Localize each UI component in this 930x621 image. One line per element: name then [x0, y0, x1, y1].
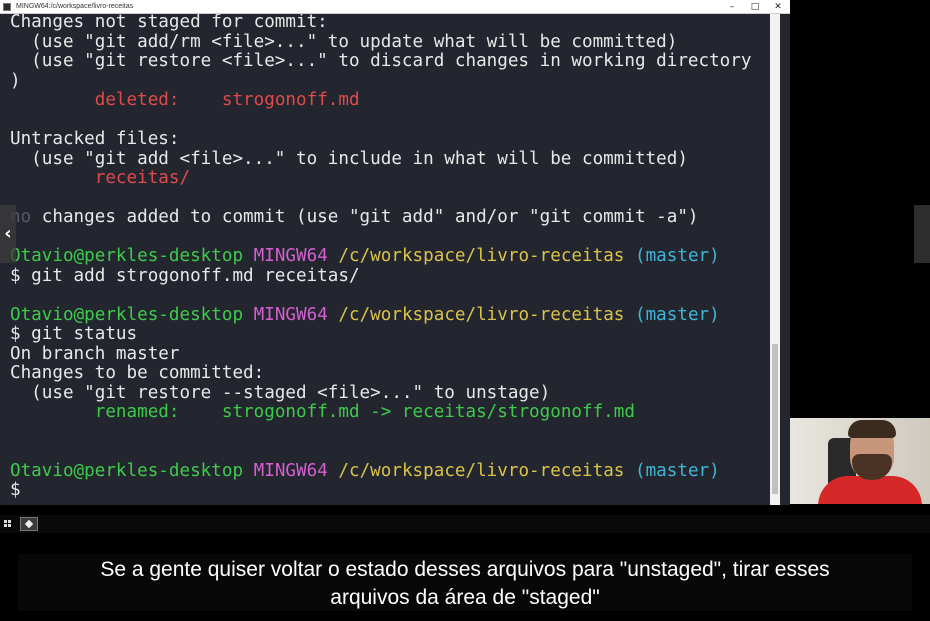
terminal-text-segment: $	[10, 480, 21, 500]
terminal-text-segment: MINGW64	[253, 246, 328, 266]
window-title: MINGW64:/c/workspace/livro-receitas	[16, 3, 134, 10]
taskbar	[0, 515, 930, 533]
previous-slide-button[interactable]: ‹	[0, 205, 16, 263]
terminal-text-segment: (master)	[634, 304, 720, 325]
terminal-text-segment: )	[10, 70, 21, 91]
terminal-text-segment: Otavio@perkles-desktop	[10, 460, 244, 481]
maximize-button[interactable]: □	[743, 0, 767, 14]
windows-start-icon[interactable]	[4, 520, 12, 528]
terminal-text-segment: /c/workspace/livro-receitas	[338, 246, 625, 266]
terminal-text-segment: Changes not staged for commit:	[10, 14, 328, 32]
presenter-hair	[848, 420, 896, 438]
terminal-line: renamed: strogonoff.md -> receitas/strog…	[10, 402, 635, 422]
subtitle-line-2: arquivos da área de "staged"	[330, 586, 600, 609]
terminal-text-segment: (use "git add <file>..." to include in w…	[10, 148, 688, 169]
terminal-text-segment: /c/workspace/livro-receitas	[338, 460, 625, 481]
scrollbar-thumb[interactable]	[772, 344, 778, 494]
terminal-line: On branch master	[10, 344, 179, 364]
terminal-line: Changes to be committed:	[10, 363, 264, 383]
terminal-text-segment: Otavio@perkles-desktop	[10, 246, 244, 266]
terminal-text-segment: MINGW64	[253, 460, 328, 481]
terminal-text-segment: renamed: strogonoff.md -> receitas/strog…	[94, 402, 635, 422]
terminal-text-segment: MINGW64	[253, 304, 328, 325]
presenter-body	[818, 476, 922, 504]
subtitle-box: Se a gente quiser voltar o estado desses…	[18, 554, 912, 611]
terminal-text-segment: (use "git restore --staged <file>..." to…	[10, 382, 551, 403]
webcam-overlay	[790, 418, 930, 504]
terminal-line: Otavio@perkles-desktop MINGW64 /c/worksp…	[10, 461, 720, 481]
terminal-line: Otavio@perkles-desktop MINGW64 /c/worksp…	[10, 305, 720, 325]
next-slide-button[interactable]	[914, 205, 930, 263]
terminal-line: $	[10, 480, 21, 500]
terminal-text-segment: Otavio@perkles-desktop	[10, 304, 244, 325]
title-bar[interactable]: MINGW64:/c/workspace/livro-receitas – □ …	[0, 0, 790, 14]
close-button[interactable]: ✕	[766, 0, 790, 14]
terminal-text-segment: /c/workspace/livro-receitas	[338, 304, 625, 325]
terminal-line: $ git add strogonoff.md receitas/	[10, 266, 360, 286]
terminal-text-segment: deleted: strogonoff.md	[94, 90, 360, 110]
minimize-button[interactable]: –	[720, 0, 744, 14]
terminal-text-segment: (use "git add/rm <file>..." to update wh…	[10, 31, 678, 52]
terminal-text-segment: $ git status	[10, 324, 138, 344]
terminal-line: Otavio@perkles-desktop MINGW64 /c/worksp…	[10, 246, 720, 266]
mingw-app-icon	[3, 3, 11, 11]
terminal-text-segment: $ git add strogonoff.md receitas/	[10, 265, 360, 286]
terminal-output[interactable]: Changes not staged for commit: (use "git…	[0, 14, 780, 505]
terminal-window: MINGW64:/c/workspace/livro-receitas – □ …	[0, 0, 790, 505]
git-bash-taskbar-icon[interactable]	[20, 517, 38, 531]
terminal-line: (use "git restore <file>..." to discard …	[10, 51, 751, 71]
terminal-line: (use "git add/rm <file>..." to update wh…	[10, 32, 677, 52]
terminal-text-segment: (master)	[634, 460, 720, 481]
subtitle-line-1: Se a gente quiser voltar o estado desses…	[100, 558, 830, 581]
terminal-text-segment: (master)	[634, 246, 720, 266]
terminal-text-segment: changes added to commit (use "git add" a…	[31, 207, 699, 227]
terminal-text-segment: Changes to be committed:	[10, 363, 265, 383]
terminal-scrollbar[interactable]	[770, 14, 780, 505]
terminal-line: receitas/	[10, 168, 190, 188]
terminal-line: no changes added to commit (use "git add…	[10, 207, 699, 227]
terminal-text-segment: receitas/	[94, 168, 191, 188]
terminal-text-segment: (use "git restore <file>..." to discard …	[10, 51, 752, 71]
terminal-line: Untracked files:	[10, 129, 179, 149]
terminal-line: (use "git restore --staged <file>..." to…	[10, 383, 550, 403]
terminal-line: $ git status	[10, 324, 137, 344]
terminal-line: )	[10, 71, 21, 91]
terminal-text-segment: Untracked files:	[10, 129, 180, 149]
terminal-text-segment: On branch master	[10, 343, 180, 364]
terminal-line: deleted: strogonoff.md	[10, 90, 360, 110]
terminal-line: (use "git add <file>..." to include in w…	[10, 149, 688, 169]
terminal-line: Changes not staged for commit:	[10, 14, 328, 32]
